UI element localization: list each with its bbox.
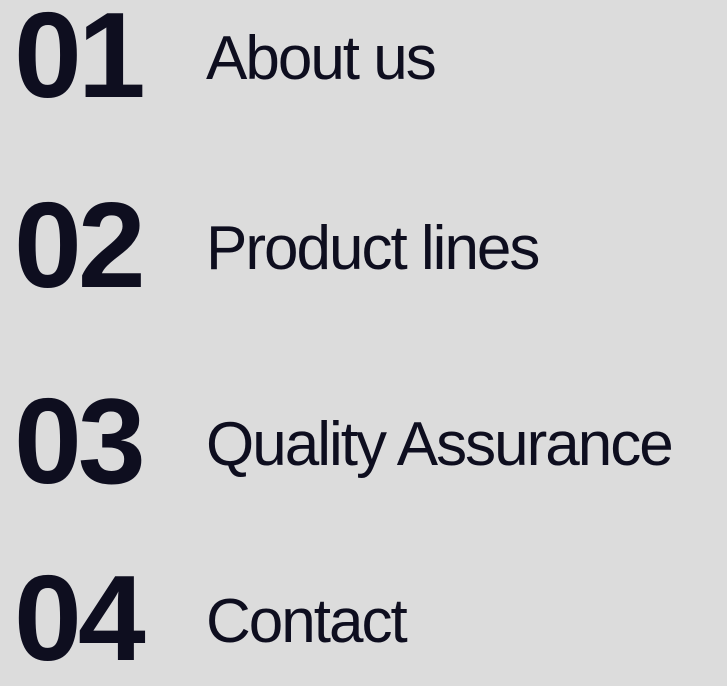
menu-item-product-lines[interactable]: 02 Product lines <box>10 177 725 313</box>
numbered-menu: 01 About us 02 Product lines 03 Quality … <box>0 0 727 679</box>
menu-item-about-us[interactable]: 01 About us <box>10 0 725 123</box>
menu-item-label: About us <box>206 24 437 93</box>
menu-item-number: 03 <box>14 373 146 509</box>
menu-item-label: Contact <box>206 587 408 656</box>
menu-item-quality-assurance[interactable]: 03 Quality Assurance <box>10 373 725 509</box>
menu-item-label: Quality Assurance <box>206 410 674 479</box>
menu-item-number: 01 <box>14 0 146 123</box>
menu-item-number: 04 <box>14 550 146 686</box>
menu-item-label: Product lines <box>206 214 540 283</box>
menu-item-number: 02 <box>14 177 146 313</box>
menu-item-contact[interactable]: 04 Contact <box>10 550 725 686</box>
